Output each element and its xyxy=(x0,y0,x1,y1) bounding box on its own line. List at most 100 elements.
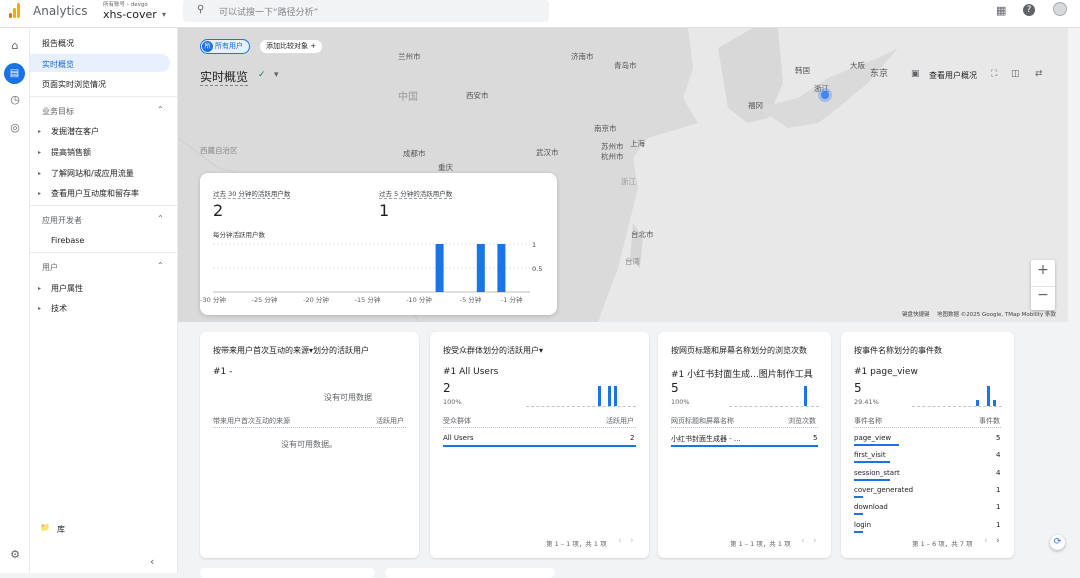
card-title-part: 按带来用户首次互动的来源 xyxy=(213,346,309,355)
section-developer[interactable]: 应用开发者 xyxy=(42,215,82,226)
account-breadcrumb[interactable]: 所有账号 › devgo xyxy=(103,0,148,8)
nav-user-attributes[interactable]: 用户属性 xyxy=(51,283,83,294)
home-icon[interactable]: ⌂ xyxy=(8,39,22,53)
feedback-icon[interactable]: ⟳ xyxy=(1050,535,1065,550)
table-row-label[interactable]: cover_generated xyxy=(854,486,913,494)
plus-icon: + xyxy=(310,42,317,50)
chart-bar[interactable] xyxy=(497,244,506,292)
next-page-icon[interactable]: › xyxy=(813,536,817,546)
expand-arrow-icon[interactable]: ▸ xyxy=(38,170,41,177)
table-row-value: 1 xyxy=(996,485,1001,494)
help-icon[interactable]: ? xyxy=(1023,4,1035,16)
table-row-label[interactable]: page_view xyxy=(854,434,891,442)
chart-bar[interactable] xyxy=(435,244,444,292)
prev-page-icon[interactable]: ‹ xyxy=(984,536,988,546)
chevron-up-icon[interactable]: ⌃ xyxy=(157,105,164,114)
folder-icon[interactable]: 📁 xyxy=(40,523,50,532)
table-row-label[interactable]: session_start xyxy=(854,469,900,477)
table-row-label[interactable]: All Users xyxy=(443,434,474,442)
table-row-value: 1 xyxy=(996,503,1001,512)
nav-traffic[interactable]: 了解网站和/或应用流量 xyxy=(51,168,134,179)
search-box[interactable]: ⚲ 可以试搜一下“路径分析” xyxy=(183,0,549,22)
mini-bar xyxy=(608,386,611,406)
next-page-icon[interactable]: › xyxy=(630,536,634,546)
chart-bar[interactable] xyxy=(476,244,485,292)
explore-icon[interactable]: ◷ xyxy=(8,93,22,107)
map-terms-link[interactable]: 条款 xyxy=(1045,310,1056,318)
column-header: 事件数 xyxy=(979,417,1000,425)
chevron-down-icon[interactable]: ▾ xyxy=(162,10,166,19)
expand-arrow-icon[interactable]: ▸ xyxy=(38,128,41,135)
prev-page-icon[interactable]: ‹ xyxy=(801,536,805,546)
fullscreen-icon[interactable]: ⛶ xyxy=(991,69,997,79)
mini-bar xyxy=(987,386,990,406)
map-label: 兰州市 xyxy=(398,52,421,61)
next-page-icon[interactable]: › xyxy=(996,536,1000,546)
zoom-in-button[interactable]: + xyxy=(1031,262,1055,278)
table-row-label[interactable]: 小红书封面生成器 - ... xyxy=(671,434,741,444)
nav-firebase[interactable]: Firebase xyxy=(51,236,84,245)
top-value: 2 xyxy=(443,381,451,395)
mini-bar xyxy=(804,386,807,406)
active-user-location-dot[interactable] xyxy=(821,91,829,99)
view-user-overview-button[interactable]: 查看用户概况 xyxy=(929,70,977,81)
expand-arrow-icon[interactable]: ▸ xyxy=(38,190,41,197)
mini-bar-chart xyxy=(729,379,819,407)
map-label: 大阪 xyxy=(850,61,865,70)
expand-arrow-icon[interactable]: ▸ xyxy=(38,285,41,292)
divider xyxy=(213,427,406,428)
column-header: 带来用户首次互动的来源 xyxy=(213,417,290,425)
chevron-down-icon[interactable]: ▾ xyxy=(274,70,279,80)
chevron-up-icon[interactable]: ⌃ xyxy=(157,214,164,223)
expand-arrow-icon[interactable]: ▸ xyxy=(38,305,41,312)
settings-gear-icon[interactable]: ⚙ xyxy=(8,548,22,562)
search-input[interactable]: 可以试搜一下“路径分析” xyxy=(219,5,318,18)
map-label: 浙江 xyxy=(621,177,636,186)
section-user[interactable]: 用户 xyxy=(42,262,58,273)
avatar[interactable] xyxy=(1053,2,1067,16)
nav-leads[interactable]: 发掘潜在客户 xyxy=(51,126,99,137)
table-row-label[interactable]: login xyxy=(854,521,871,529)
nav-engagement[interactable]: 查看用户互动度和留存率 xyxy=(51,188,139,199)
collapse-nav-icon[interactable]: ‹ xyxy=(150,555,154,568)
chevron-down-icon[interactable]: ▾ xyxy=(539,346,543,355)
card-title[interactable]: 按带来用户首次互动的来源▾划分的活跃用户 xyxy=(213,345,369,356)
card-title[interactable]: 按受众群体划分的活跃用户▾ xyxy=(443,345,543,356)
nav-realtime-overview[interactable]: 实时概览 xyxy=(42,59,74,70)
segment-label: 所有用户 xyxy=(215,42,243,50)
add-comparison-button[interactable]: 添加比较对象 + xyxy=(259,39,323,54)
column-header: 受众群体 xyxy=(443,417,471,425)
user-snapshot-icon[interactable]: ▣ xyxy=(911,69,920,79)
table-row-label[interactable]: download xyxy=(854,503,888,511)
divider xyxy=(30,96,178,97)
property-selector[interactable]: xhs-cover xyxy=(103,8,157,21)
map-shortcuts-link[interactable]: 键盘快捷键 xyxy=(902,310,930,318)
table-row-value: 2 xyxy=(630,434,635,442)
segment-chip-all-users[interactable]: 所所有用户 xyxy=(200,39,250,54)
card-title-part: 划分的活跃用户 xyxy=(313,346,370,355)
x-tick-label: -1 分钟 xyxy=(501,295,523,304)
chevron-up-icon[interactable]: ⌃ xyxy=(157,261,164,270)
x-tick-label: -5 分钟 xyxy=(460,295,482,304)
map-label: 杭州市 xyxy=(601,152,624,161)
column-header: 事件名称 xyxy=(854,417,882,425)
compare-view-icon[interactable]: ◫ xyxy=(1011,69,1020,79)
table-row-label[interactable]: first_visit xyxy=(854,451,886,459)
share-icon[interactable]: ⇄ xyxy=(1035,69,1043,79)
nav-tech[interactable]: 技术 xyxy=(51,303,67,314)
check-circle-icon: ✓ xyxy=(258,70,266,80)
map-label: 武汉市 xyxy=(536,148,559,157)
section-business-goals[interactable]: 业务目标 xyxy=(42,106,74,117)
zoom-out-button[interactable]: − xyxy=(1031,286,1055,303)
nav-report-overview[interactable]: 报告概况 xyxy=(42,38,74,49)
prev-page-icon[interactable]: ‹ xyxy=(618,536,622,546)
nav-realtime-pages[interactable]: 页面实时浏览情况 xyxy=(42,79,106,90)
nav-sales[interactable]: 提高销售额 xyxy=(51,147,91,158)
map-label: 韩国 xyxy=(795,66,810,75)
apps-grid-icon[interactable]: ▦ xyxy=(996,4,1006,17)
expand-arrow-icon[interactable]: ▸ xyxy=(38,149,41,156)
reports-icon[interactable]: ▤ xyxy=(4,63,25,84)
map-label: 西藏自治区 xyxy=(200,146,238,155)
advertising-icon[interactable]: ◎ xyxy=(8,121,22,135)
nav-library[interactable]: 库 xyxy=(57,524,65,535)
